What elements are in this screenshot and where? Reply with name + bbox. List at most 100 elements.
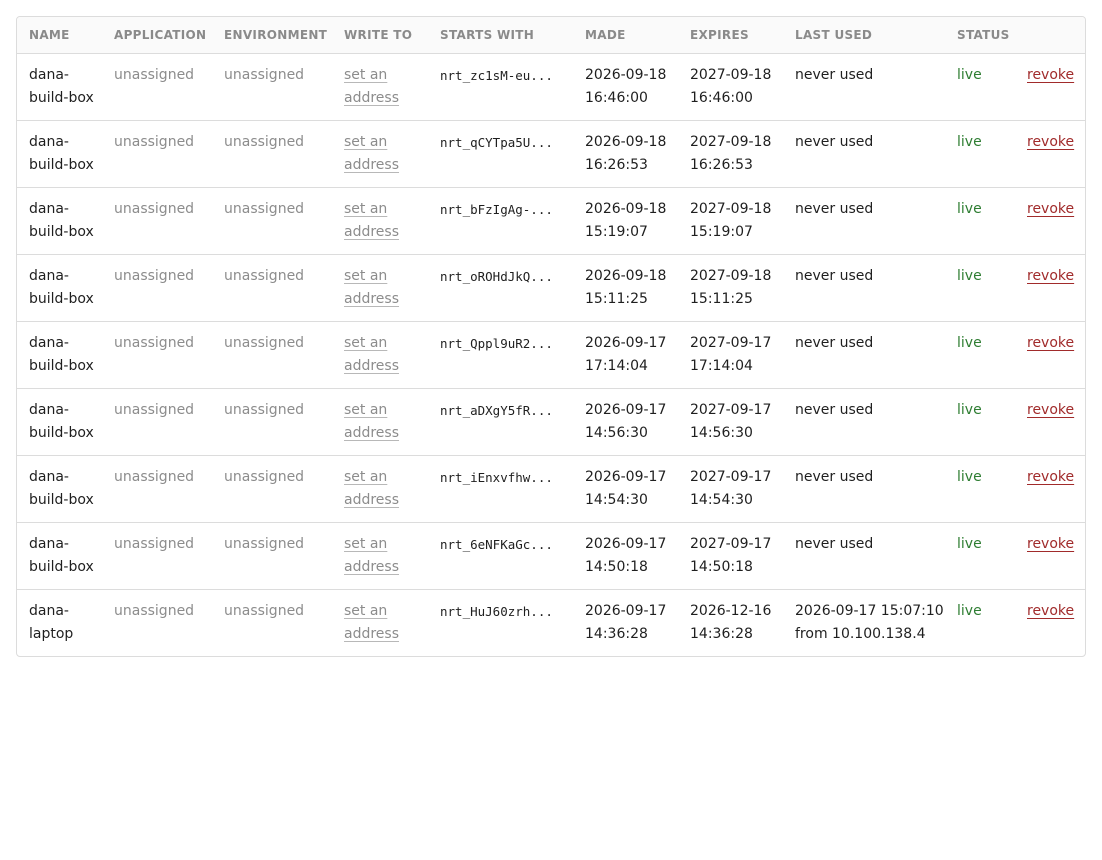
token-name: dana-build-box [17, 254, 102, 322]
token-environment: unassigned [212, 53, 332, 121]
revoke-button[interactable]: revoke [1027, 335, 1074, 351]
token-application: unassigned [102, 388, 212, 456]
token-made: 2026-09-18 16:46:00 [573, 53, 678, 121]
set-address-link[interactable]: set an address [344, 134, 399, 173]
status-badge: live [957, 603, 982, 619]
token-made: 2026-09-17 14:56:30 [573, 388, 678, 456]
token-environment: unassigned [212, 321, 332, 389]
status-badge: live [945, 388, 1015, 456]
status-badge: live [945, 321, 1015, 389]
revoke-button[interactable]: revoke [1027, 469, 1074, 485]
table-row: dana-build-box unassigned unassigned set… [17, 187, 1085, 255]
status-badge: live [945, 254, 1015, 322]
set-address-link[interactable]: set an address [344, 536, 399, 575]
token-expires: 2027-09-18 15:19:07 [678, 187, 783, 255]
token-expires: 2027-09-17 17:14:04 [678, 321, 783, 389]
set-address-link[interactable]: set an address [344, 469, 399, 508]
revoke-button[interactable]: revoke [1027, 603, 1074, 619]
token-name: dana-build-box [17, 455, 102, 523]
set-address-link[interactable]: set an address [344, 268, 399, 307]
token-expires: 2027-09-17 14:56:30 [678, 388, 783, 456]
token-made: 2026-09-18 15:19:07 [573, 187, 678, 255]
table-row: dana-build-box unassigned unassigned set… [17, 321, 1085, 389]
token-last-used: never used [783, 254, 945, 322]
token-prefix: nrt_iEnxvfhw... [428, 455, 573, 523]
token-name: dana-build-box [17, 321, 102, 389]
token-name: dana-build-box [17, 187, 102, 255]
token-last-used: never used [783, 522, 945, 590]
token-made: 2026-09-17 14:36:28 [585, 603, 667, 642]
token-last-used: never used [783, 455, 945, 523]
token-prefix: nrt_qCYTpa5U... [428, 120, 573, 188]
table-row: dana-build-box unassigned unassigned set… [17, 53, 1085, 121]
status-badge: live [945, 53, 1015, 121]
token-last-used: never used [783, 187, 945, 255]
token-environment: unassigned [212, 455, 332, 523]
status-badge: live [945, 120, 1015, 188]
revoke-button[interactable]: revoke [1027, 201, 1074, 217]
token-last-used: never used [783, 321, 945, 389]
token-application: unassigned [102, 455, 212, 523]
revoke-button[interactable]: revoke [1027, 134, 1074, 150]
token-made: 2026-09-18 16:26:53 [573, 120, 678, 188]
token-name: dana-build-box [17, 388, 102, 456]
column-header-last-used: LAST USED [783, 17, 945, 54]
table-row: dana-build-box unassigned unassigned set… [17, 120, 1085, 188]
token-expires: 2026-12-16 14:36:28 [690, 603, 772, 642]
column-header-application: APPLICATION [102, 17, 212, 54]
table-row: dana-build-box unassigned unassigned set… [17, 522, 1085, 590]
column-header-status: STATUS [945, 17, 1015, 54]
token-expires: 2027-09-18 15:11:25 [678, 254, 783, 322]
token-expires: 2027-09-17 14:54:30 [678, 455, 783, 523]
column-header-expires: EXPIRES [678, 17, 783, 54]
token-environment: unassigned [212, 522, 332, 590]
token-expires: 2027-09-18 16:46:00 [678, 53, 783, 121]
token-application: unassigned [102, 53, 212, 121]
token-application: unassigned [114, 603, 195, 619]
token-expires: 2027-09-17 14:50:18 [678, 522, 783, 590]
token-prefix: nrt_oROHdJkQ... [428, 254, 573, 322]
token-environment: unassigned [212, 120, 332, 188]
token-prefix: nrt_aDXgY5fR... [428, 388, 573, 456]
set-address-link[interactable]: set an address [344, 603, 399, 642]
token-last-used: 2026-09-17 15:07:10 from 10.100.138.4 [795, 603, 944, 642]
token-application: unassigned [102, 321, 212, 389]
token-environment: unassigned [212, 187, 332, 255]
revoke-button[interactable]: revoke [1027, 67, 1074, 83]
table-row: dana-build-box unassigned unassigned set… [17, 388, 1085, 456]
token-last-used: never used [783, 53, 945, 121]
token-prefix: nrt_zc1sM-eu... [428, 53, 573, 121]
set-address-link[interactable]: set an address [344, 67, 399, 106]
token-name: dana-build-box [17, 120, 102, 188]
column-header-environment: ENVIRONMENT [212, 17, 332, 54]
token-prefix: nrt_Qppl9uR2... [428, 321, 573, 389]
set-address-link[interactable]: set an address [344, 402, 399, 441]
set-address-link[interactable]: set an address [344, 335, 399, 374]
column-header-write-to: WRITE TO [332, 17, 428, 54]
column-header-made: MADE [573, 17, 678, 54]
table-header-row: NAME APPLICATION ENVIRONMENT WRITE TO ST… [17, 17, 1085, 54]
token-name: dana-build-box [17, 522, 102, 590]
token-prefix: nrt_HuJ60zrh... [440, 604, 553, 619]
token-made: 2026-09-17 14:54:30 [573, 455, 678, 523]
token-prefix: nrt_6eNFKaGc... [428, 522, 573, 590]
token-application: unassigned [102, 254, 212, 322]
token-made: 2026-09-18 15:11:25 [573, 254, 678, 322]
table-row: dana-laptop unassigned unassigned set an… [17, 590, 1085, 657]
token-application: unassigned [102, 187, 212, 255]
token-name: dana-build-box [17, 53, 102, 121]
revoke-button[interactable]: revoke [1027, 268, 1074, 284]
tokens-table: NAME APPLICATION ENVIRONMENT WRITE TO ST… [17, 17, 1085, 656]
token-made: 2026-09-17 14:50:18 [573, 522, 678, 590]
revoke-button[interactable]: revoke [1027, 536, 1074, 552]
tokens-table-card: NAME APPLICATION ENVIRONMENT WRITE TO ST… [16, 16, 1086, 657]
set-address-link[interactable]: set an address [344, 201, 399, 240]
token-last-used: never used [783, 120, 945, 188]
status-badge: live [945, 522, 1015, 590]
token-expires: 2027-09-18 16:26:53 [678, 120, 783, 188]
status-badge: live [945, 455, 1015, 523]
token-application: unassigned [102, 120, 212, 188]
revoke-button[interactable]: revoke [1027, 402, 1074, 418]
token-environment: unassigned [212, 388, 332, 456]
token-prefix: nrt_bFzIgAg-... [428, 187, 573, 255]
